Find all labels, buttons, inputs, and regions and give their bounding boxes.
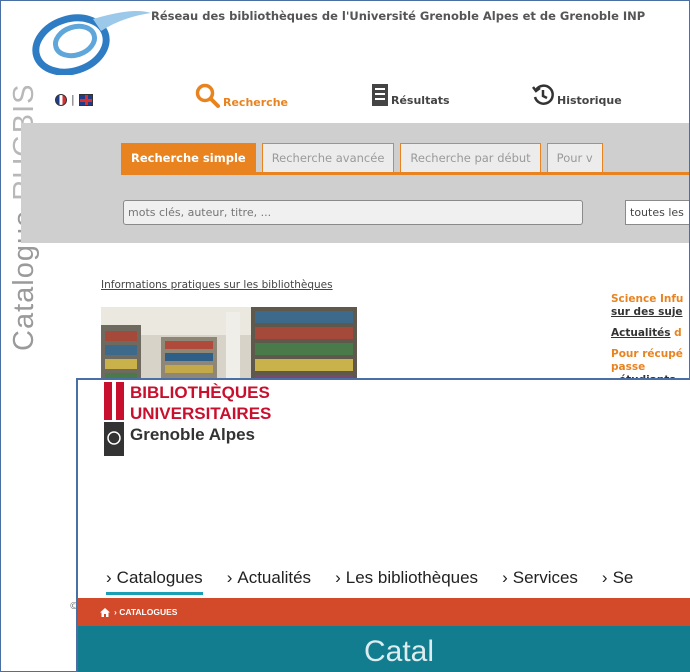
news-password-title-2: passe: [611, 361, 646, 373]
bu-logo-line3: Grenoble Alpes: [130, 425, 256, 444]
tab-recherche-avancee[interactable]: Recherche avancée: [261, 143, 395, 172]
nav-historique[interactable]: Historique: [531, 83, 622, 107]
search-icon: [195, 83, 220, 108]
nav-item-les-bibliotheques[interactable]: › Les bibliothèques: [335, 568, 478, 595]
chevron-right-icon: ›: [106, 568, 112, 587]
search-tabs: Recherche simple Recherche avancée Reche…: [121, 143, 603, 172]
chevron-right-icon: ›: [335, 568, 341, 587]
french-flag-icon[interactable]: [55, 93, 67, 106]
bu-logo[interactable]: BIBLIOTHÈQUES UNIVERSITAIRES Grenoble Al…: [104, 382, 271, 456]
bu-logo-line2: UNIVERSITAIRES: [130, 404, 272, 423]
english-flag-icon[interactable]: [78, 93, 93, 106]
tab-recherche-simple[interactable]: Recherche simple: [121, 143, 256, 172]
bu-logo-line1: BIBLIOTHÈQUES: [130, 383, 270, 402]
nav-item-label: Services: [512, 568, 578, 587]
rugbis-logo[interactable]: [23, 5, 153, 75]
nav-item-label: Catalogues: [116, 568, 203, 587]
news-actualites-suffix: d: [670, 327, 682, 339]
nav-item-label: Se: [612, 568, 634, 587]
search-scope-select[interactable]: toutes les: [625, 200, 689, 225]
main-nav: › Catalogues › Actualités › Les biblioth…: [106, 568, 633, 595]
nav-item-services[interactable]: › Services: [502, 568, 578, 595]
bu-logo-text: BIBLIOTHÈQUES UNIVERSITAIRES Grenoble Al…: [130, 382, 271, 456]
nav-item-label: Les bibliothèques: [345, 568, 479, 587]
practical-info-link[interactable]: Informations pratiques sur les bibliothè…: [101, 279, 333, 291]
history-clock-icon: [532, 84, 554, 105]
nav-recherche[interactable]: Recherche: [195, 83, 288, 109]
search-input[interactable]: [123, 200, 583, 225]
language-separator: |: [71, 93, 75, 106]
nav-resultats[interactable]: Résultats: [371, 83, 450, 107]
chevron-right-icon: ›: [226, 568, 233, 587]
search-panel: Recherche simple Recherche avancée Reche…: [21, 123, 689, 243]
nav-resultats-label: Résultats: [391, 94, 450, 107]
language-switcher: |: [55, 93, 93, 106]
nav-item-actualites[interactable]: › Actualités: [227, 568, 311, 595]
news-actualites-link[interactable]: Actualités: [611, 327, 671, 339]
bu-grenoble-alpes-window: BIBLIOTHÈQUES UNIVERSITAIRES Grenoble Al…: [76, 378, 690, 672]
nav-item-catalogues[interactable]: › Catalogues: [106, 568, 203, 595]
results-list-icon: [372, 84, 388, 106]
chevron-right-icon: ›: [502, 568, 508, 587]
news-science-subtitle[interactable]: sur des suje: [611, 306, 683, 318]
breadcrumb: › CATALOGUES: [78, 598, 690, 626]
breadcrumb-current: › CATALOGUES: [114, 607, 178, 617]
nav-recherche-label: Recherche: [223, 96, 288, 109]
home-icon[interactable]: [100, 607, 110, 617]
nav-item-se[interactable]: › Se: [602, 568, 633, 595]
news-password-title: Pour récupé: [611, 348, 683, 360]
page-title: Catal: [364, 635, 435, 668]
chevron-right-icon: ›: [601, 568, 608, 587]
tab-recherche-par-debut[interactable]: Recherche par début: [400, 143, 541, 172]
nav-item-label: Actualités: [237, 568, 312, 587]
bu-logo-mark-icon: [104, 382, 124, 456]
nav-historique-label: Historique: [557, 94, 622, 107]
library-shelves-photo: [101, 307, 357, 387]
news-science-title[interactable]: Science Infu: [611, 293, 683, 305]
tab-underline: [121, 172, 689, 175]
tab-pour-v[interactable]: Pour v: [546, 143, 603, 172]
site-title: Réseau des bibliothèques de l'Université…: [151, 9, 646, 23]
